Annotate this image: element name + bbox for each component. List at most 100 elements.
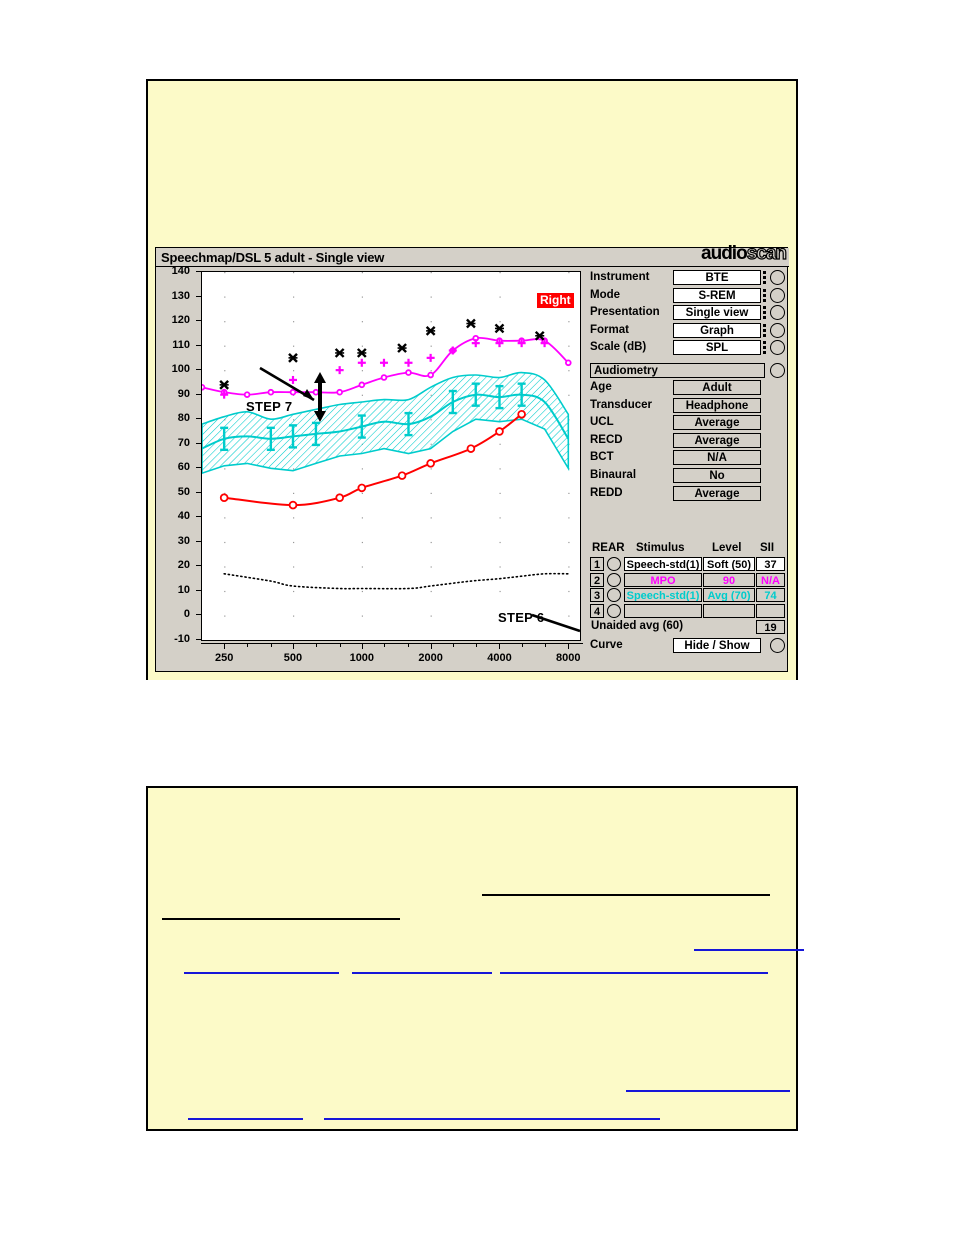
rear-measurement-table: REAR Stimulus Level SII 1 Speech-std(1) So… [588,542,787,655]
table-row[interactable]: 1 Speech-std(1) Soft (50) 37 [588,557,787,573]
audiometry-label: Age [590,380,612,393]
page-title: Speechmap/DSL 5 adult - Single view [161,250,385,265]
x-axis-minor-tick [247,643,249,647]
row-sii: 74 [756,588,785,602]
row-sii [756,603,785,618]
audiometry-list: Age Adult Transducer Headphone UCL Average REC… [588,379,787,504]
row-number-button[interactable]: 2 [590,572,604,587]
setting-knob-icon[interactable] [770,305,785,321]
logo-primary-text: audio [701,243,748,264]
setting-knob-icon[interactable] [770,270,785,285]
setting-value[interactable]: Graph [673,322,761,338]
row-level: Soft (50) [703,557,755,571]
header-stimulus: Stimulus [636,542,685,554]
x-axis-minor-tick [339,643,341,647]
table-row[interactable]: 2 MPO 90 N/A [588,572,787,589]
row-level: 90 [703,572,755,587]
setting-row-mode: Mode S-REM [588,287,787,306]
y-axis: -10 0 10 20 30 40 50 60 70 80 90 100 110 120 130 140 [158,265,201,645]
settings-list: Instrument BTE Mode S-REM Presentation Single… [588,270,787,358]
graph-area: -10 0 10 20 30 40 50 60 70 80 90 100 110 120 130 140 25… [158,265,588,669]
grip-dots-icon [763,323,766,337]
setting-label: Presentation [590,306,660,319]
row-level: Avg (70) [703,588,755,602]
audiometry-value[interactable]: Average [673,485,761,501]
audiometry-label: Binaural [590,468,637,481]
x-axis-minor-tick [475,643,477,647]
setting-label: Mode [590,288,621,301]
audiometry-value[interactable]: Headphone [673,397,761,413]
x-axis-tick-label: 8000 [556,652,581,664]
unaided-label: Unaided avg (60) [591,620,684,632]
audioscan-logo: audioscan [701,243,788,264]
x-axis-minor-tick [270,643,272,647]
unaided-value: 19 [756,620,785,634]
x-axis-minor-tick [383,643,385,647]
curve-knob-icon[interactable] [770,638,785,653]
row-number-button[interactable]: 1 [590,557,604,571]
window-titlebar: Speechmap/DSL 5 adult - Single view audi… [156,243,789,267]
setting-value[interactable]: SPL [673,340,761,356]
setting-value[interactable]: S-REM [673,287,761,303]
header-sii: SII [760,542,775,554]
x-axis: 250 500 1000 2000 4000 8000 [201,643,583,669]
note-rule-5 [352,972,492,974]
setting-label: Format [590,323,629,336]
x-axis-minor-tick [544,643,546,647]
x-axis-tick-mark [499,643,501,649]
audiometry-knob-icon[interactable] [770,362,785,378]
y-axis-tick-label: -10 [174,633,190,645]
row-stimulus: Speech-std(1) [624,588,702,602]
setting-knob-icon[interactable] [770,322,785,338]
audiometry-row-binaural: Binaural No [588,467,787,486]
speechmap-plot[interactable] [201,271,581,641]
audiometry-value[interactable]: Average [673,415,761,431]
setting-value[interactable]: Single view [673,305,761,321]
unaided-average-row: Unaided avg (60) 19 [588,620,787,636]
y-axis-tick-label: 80 [177,412,190,425]
audiometry-value[interactable]: No [673,467,761,483]
y-axis-tick-label: 120 [171,314,190,327]
table-body: 1 Speech-std(1) Soft (50) 37 2 MPO 90 N/A 3 Speec… [588,557,787,619]
row-stimulus [624,603,702,618]
note-rule-1 [162,918,400,920]
row-number-button[interactable]: 3 [590,588,604,602]
audiometry-value[interactable]: Adult [673,379,761,395]
audiometry-value[interactable]: N/A [673,450,761,466]
table-row[interactable]: 4 [588,603,787,620]
row-knob-icon[interactable] [607,588,621,602]
setting-row-format: Format Graph [588,322,787,341]
row-knob-icon[interactable] [607,557,621,571]
audiometry-row-redd: REDD Average [588,485,787,504]
table-row[interactable]: 3 Speech-std(1) Avg (70) 74 [588,588,787,604]
row-knob-icon[interactable] [607,603,621,618]
curve-label: Curve [590,639,623,651]
y-axis-tick-label: 130 [171,289,190,302]
y-axis-tick-label: 40 [177,510,190,523]
speechmap-device-panel: Speechmap/DSL 5 adult - Single view audi… [155,243,789,672]
x-axis-tick-label: 1000 [349,652,375,664]
audiometry-label: Audiometry [590,362,765,378]
audiometry-label: REDD [590,486,623,499]
audiometry-row-recd: RECD Average [588,432,787,451]
annotation-step-7: STEP 7 [246,399,293,414]
x-axis-minor-tick [315,643,317,647]
audiometry-value[interactable]: Average [673,432,761,448]
setting-knob-icon[interactable] [770,287,785,303]
row-number-button[interactable]: 4 [590,603,604,618]
audiometry-row-bct: BCT N/A [588,450,787,468]
row-stimulus: MPO [624,572,702,587]
setting-knob-icon[interactable] [770,340,785,356]
grip-dots-icon [763,271,766,284]
hide-show-button[interactable]: Hide / Show [673,638,761,653]
note-rule-7 [626,1090,790,1092]
row-sii: 37 [756,557,785,571]
row-knob-icon[interactable] [607,572,621,587]
setting-label: Instrument [590,271,650,283]
audiometry-section-header[interactable]: Audiometry [588,362,787,380]
setting-value[interactable]: BTE [673,270,761,285]
note-rule-3 [694,949,804,951]
ear-badge: Right [537,293,574,308]
x-axis-tick-label: 250 [214,652,234,664]
row-stimulus: Speech-std(1) [624,557,702,571]
